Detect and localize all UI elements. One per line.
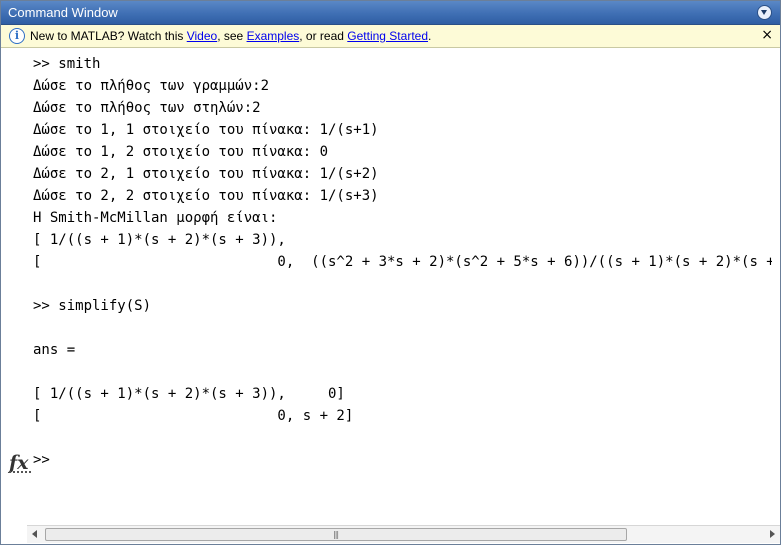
info-text-end: . <box>428 29 432 43</box>
window-title: Command Window <box>8 5 118 20</box>
output-line: [ 0, ((s^2 + 3*s + 2)*(s^2 + 5*s + 6))/(… <box>33 254 772 270</box>
examples-link[interactable]: Examples <box>247 29 300 43</box>
info-bar: i New to MATLAB? Watch this Video, see E… <box>1 25 780 48</box>
info-text-mid1: , see <box>217 29 247 43</box>
title-bar: Command Window <box>1 1 780 25</box>
vertical-scrollbar[interactable] <box>772 48 780 525</box>
getting-started-link[interactable]: Getting Started <box>347 29 428 43</box>
scroll-right-icon[interactable] <box>770 530 775 538</box>
close-icon[interactable]: × <box>761 27 773 43</box>
output-line: [ 0, s + 2] <box>33 408 354 424</box>
command-line: >> <box>33 452 59 468</box>
output-line: Δώσε το πλήθος των γραμμών:2 <box>33 78 270 94</box>
command-line: >> simplify(S) <box>33 298 152 314</box>
output-line: [ 1/((s + 1)*(s + 2)*(s + 3)), 0] <box>33 386 345 402</box>
scroll-thumb[interactable]: ||| <box>45 528 627 541</box>
info-icon: i <box>9 28 25 44</box>
output-line: [ 1/((s + 1)*(s + 2)*(s + 3)), <box>33 232 286 248</box>
info-text-prefix: New to MATLAB? Watch this <box>30 29 187 43</box>
info-message: New to MATLAB? Watch this Video, see Exa… <box>30 29 431 43</box>
video-link[interactable]: Video <box>187 29 217 43</box>
output-line: ans = <box>33 342 76 358</box>
info-text-mid2: , or read <box>299 29 348 43</box>
scroll-left-icon[interactable] <box>32 530 37 538</box>
output-line: Δώσε το πλήθος των στηλών:2 <box>33 100 261 116</box>
output-line: Η Smith-McMillan μορφή είναι: <box>33 210 278 226</box>
command-line: >> smith <box>33 56 101 72</box>
output-line: Δώσε το 1, 2 στοιχείο του πίνακα: 0 <box>33 144 329 160</box>
prompt-gutter: fx <box>1 48 30 543</box>
command-window: Command Window i New to MATLAB? Watch th… <box>0 0 781 545</box>
window-menu-icon[interactable] <box>757 5 772 20</box>
horizontal-scrollbar[interactable]: ||| <box>27 525 780 543</box>
grip-icon: ||| <box>333 530 339 539</box>
output-line: Δώσε το 2, 2 στοιχείο του πίνακα: 1/(s+3… <box>33 188 379 204</box>
output-line: Δώσε το 1, 1 στοιχείο του πίνακα: 1/(s+1… <box>33 122 379 138</box>
output-line: Δώσε το 2, 1 στοιχείο του πίνακα: 1/(s+2… <box>33 166 379 182</box>
function-browser-icon[interactable]: fx <box>9 452 30 474</box>
console-output[interactable]: >> smith Δώσε το πλήθος των γραμμών:2 Δώσε… <box>27 48 772 525</box>
